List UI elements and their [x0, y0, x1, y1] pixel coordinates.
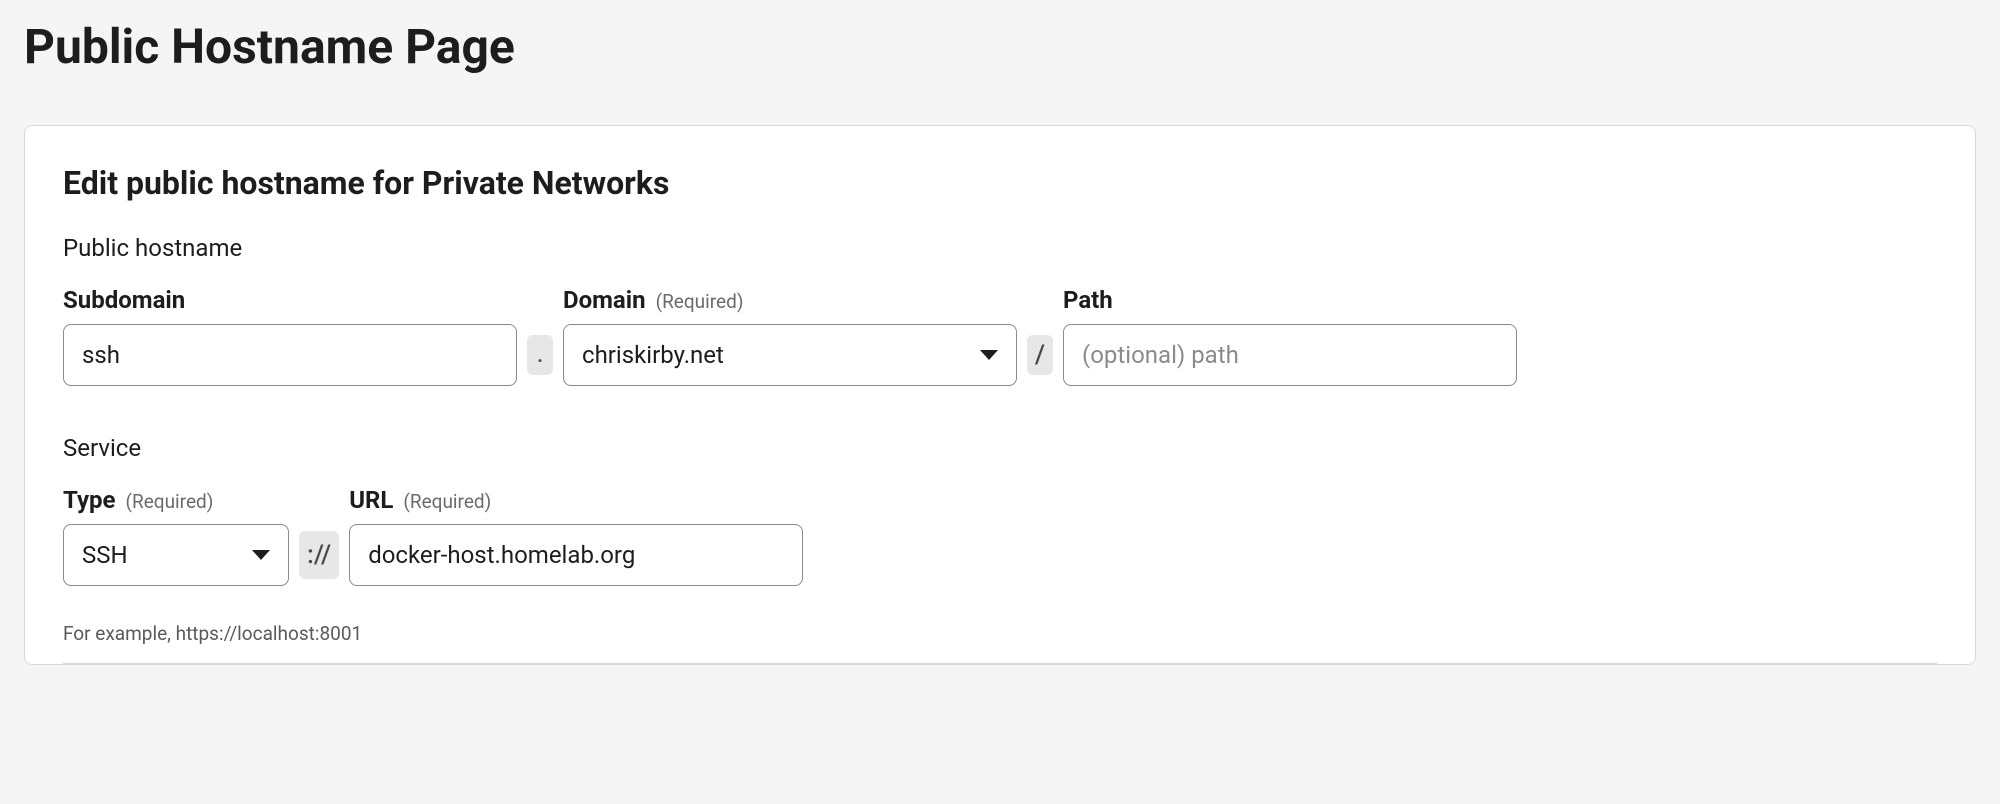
service-field-row: Type (Required) SSH :// URL (Required) [63, 486, 1937, 586]
example-text: For example, https://localhost:8001 [63, 622, 1937, 645]
public-hostname-section-label: Public hostname [63, 234, 1937, 262]
scheme-separator: :// [299, 531, 339, 579]
url-label-row: URL (Required) [349, 486, 803, 514]
domain-label: Domain [563, 286, 646, 314]
dot-separator: . [527, 335, 553, 375]
url-required-tag: (Required) [403, 490, 491, 513]
domain-required-tag: (Required) [656, 290, 744, 313]
type-select[interactable]: SSH [63, 524, 289, 586]
page-title: Public Hostname Page [0, 0, 2000, 97]
path-input[interactable] [1063, 324, 1517, 386]
url-field-group: URL (Required) [349, 486, 803, 586]
path-label-row: Path [1063, 286, 1517, 314]
domain-select[interactable]: chriskirby.net [563, 324, 1017, 386]
path-label: Path [1063, 286, 1113, 314]
url-label: URL [349, 486, 393, 514]
subdomain-field-group: Subdomain [63, 286, 517, 386]
path-field-group: Path [1063, 286, 1517, 386]
type-select-value: SSH [82, 541, 128, 569]
card-divider [63, 663, 1937, 664]
domain-select-value: chriskirby.net [582, 341, 724, 369]
type-label: Type [63, 486, 116, 514]
caret-down-icon [252, 550, 270, 560]
subdomain-label-row: Subdomain [63, 286, 517, 314]
caret-down-icon [980, 350, 998, 360]
url-input[interactable] [349, 524, 803, 586]
domain-field-group: Domain (Required) chriskirby.net [563, 286, 1017, 386]
service-section-label: Service [63, 434, 1937, 462]
type-required-tag: (Required) [126, 490, 214, 513]
type-label-row: Type (Required) [63, 486, 289, 514]
type-field-group: Type (Required) SSH [63, 486, 289, 586]
domain-label-row: Domain (Required) [563, 286, 1017, 314]
slash-separator: / [1027, 335, 1053, 375]
hostname-field-row: Subdomain . Domain (Required) chriskirby… [63, 286, 1937, 386]
hostname-card: Edit public hostname for Private Network… [24, 125, 1976, 665]
subdomain-label: Subdomain [63, 286, 185, 314]
subdomain-input[interactable] [63, 324, 517, 386]
card-heading: Edit public hostname for Private Network… [63, 164, 1937, 202]
